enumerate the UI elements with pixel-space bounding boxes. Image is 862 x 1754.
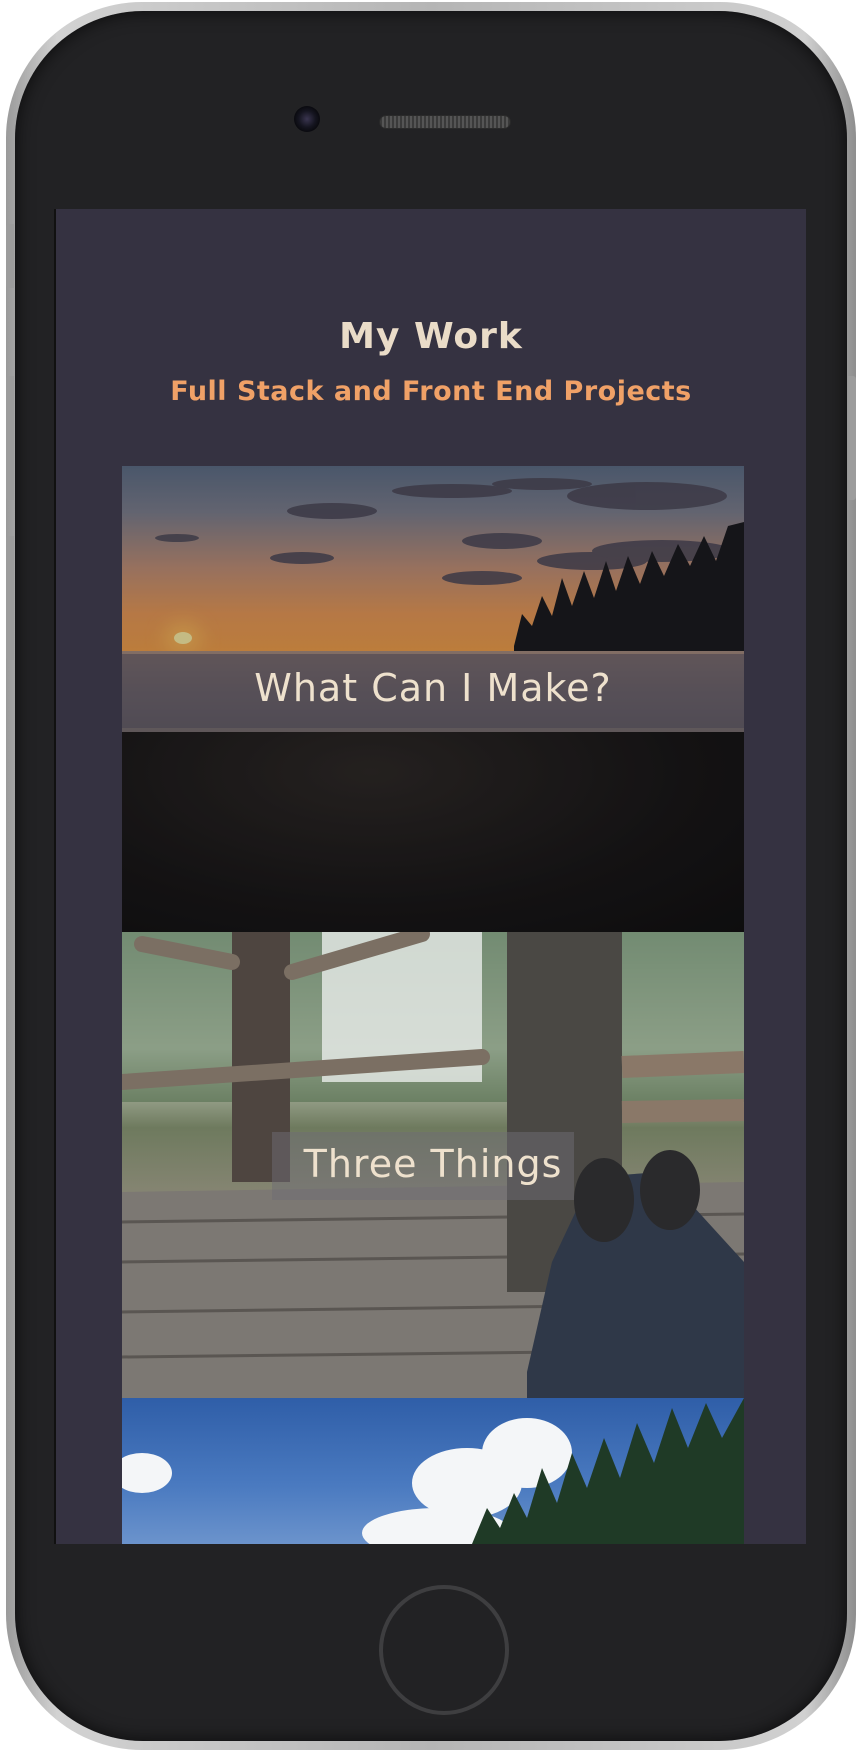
project-caption: What Can I Make? (254, 666, 612, 710)
project-card-sky[interactable] (122, 1398, 744, 1544)
project-caption: Three Things (303, 1142, 563, 1186)
mute-switch (6, 224, 14, 288)
power-button (848, 376, 856, 500)
volume-down-button (6, 536, 14, 660)
home-button[interactable] (379, 1585, 509, 1715)
page-subtitle: Full Stack and Front End Projects (170, 376, 692, 407)
phone-screen: My Work Full Stack and Front End Project… (54, 209, 806, 1544)
project-card-three-things[interactable]: Three Things (122, 932, 744, 1398)
page-title: My Work (339, 316, 523, 357)
project-card-what-can-i-make[interactable]: What Can I Make? (122, 466, 744, 932)
earpiece-speaker (379, 115, 511, 129)
volume-up-button (6, 376, 14, 500)
front-camera-icon (294, 106, 320, 132)
